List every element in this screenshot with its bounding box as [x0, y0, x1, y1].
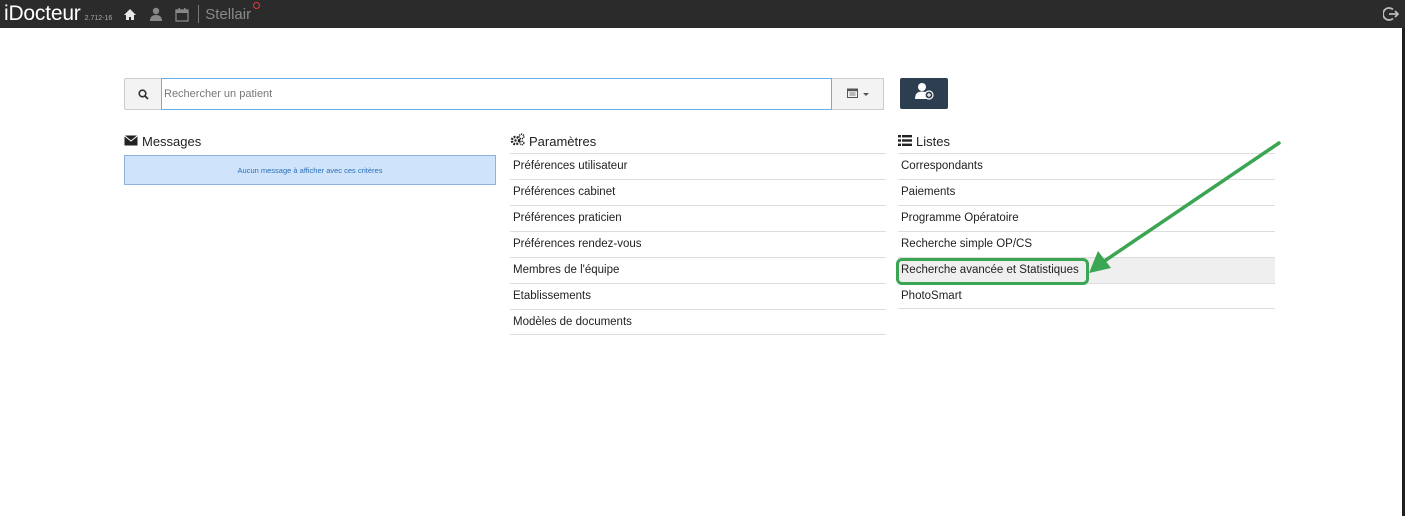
messages-heading: Messages [124, 131, 496, 153]
add-user-icon [914, 82, 934, 105]
list-item-photosmart[interactable]: PhotoSmart [898, 283, 1275, 309]
list-item-etablissements[interactable]: Etablissements [510, 283, 886, 309]
calendar-icon[interactable] [174, 6, 190, 22]
cogs-icon [510, 133, 525, 149]
messages-panel: Messages Aucun message à afficher avec c… [124, 131, 496, 185]
list-item-paiements[interactable]: Paiements [898, 179, 1275, 205]
parametres-list: Préférences utilisateur Préférences cabi… [510, 153, 886, 335]
stellair-link[interactable]: Stellair [205, 1, 261, 23]
add-patient-button[interactable] [900, 78, 948, 109]
user-icon[interactable] [148, 6, 164, 22]
list-item-recherche-avancee[interactable]: Recherche avancée et Statistiques [898, 257, 1275, 283]
list-item-membres-equipe[interactable]: Membres de l'équipe [510, 257, 886, 283]
list-item-recherche-simple[interactable]: Recherche simple OP/CS [898, 231, 1275, 257]
list-item-preferences-praticien[interactable]: Préférences praticien [510, 205, 886, 231]
patient-search-group [124, 78, 884, 110]
list-item-preferences-cabinet[interactable]: Préférences cabinet [510, 179, 886, 205]
app-version: 2.712-16 [84, 14, 113, 22]
navbar-divider [198, 5, 200, 23]
list-item-correspondants[interactable]: Correspondants [898, 153, 1275, 179]
stellair-label: Stellair [205, 5, 252, 23]
date-filter-dropdown[interactable] [832, 78, 884, 110]
top-navbar: iDocteur 2.712-16 Stellair [0, 0, 1405, 28]
messages-empty-alert: Aucun message à afficher avec ces critèr… [124, 155, 496, 185]
list-item-preferences-utilisateur[interactable]: Préférences utilisateur [510, 153, 886, 179]
list-icon [898, 134, 912, 149]
listes-list: Correspondants Paiements Programme Opéra… [898, 153, 1275, 309]
calendar-icon [846, 85, 858, 103]
list-item-modeles-documents[interactable]: Modèles de documents [510, 309, 886, 335]
listes-heading: Listes [898, 131, 1275, 153]
app-window: iDocteur 2.712-16 Stellair Rechercher un… [0, 0, 1405, 516]
list-item-preferences-rendez-vous[interactable]: Préférences rendez-vous [510, 231, 886, 257]
chevron-down-icon [862, 92, 869, 96]
listes-panel: Listes Correspondants Paiements Programm… [898, 131, 1275, 309]
app-brand[interactable]: iDocteur [0, 2, 81, 26]
search-icon [124, 78, 161, 110]
parametres-heading: Paramètres [510, 131, 886, 153]
listes-title: Listes [916, 133, 950, 149]
parametres-panel: Paramètres Préférences utilisateur Préfé… [510, 131, 886, 335]
home-icon[interactable] [122, 6, 138, 22]
envelope-icon [124, 134, 138, 149]
stellair-status-icon [253, 1, 261, 9]
messages-title: Messages [142, 133, 202, 149]
parametres-title: Paramètres [529, 133, 597, 149]
list-item-programme-operatoire[interactable]: Programme Opératoire [898, 205, 1275, 231]
patient-search-input[interactable] [161, 78, 832, 110]
logout-icon[interactable] [1382, 6, 1400, 22]
